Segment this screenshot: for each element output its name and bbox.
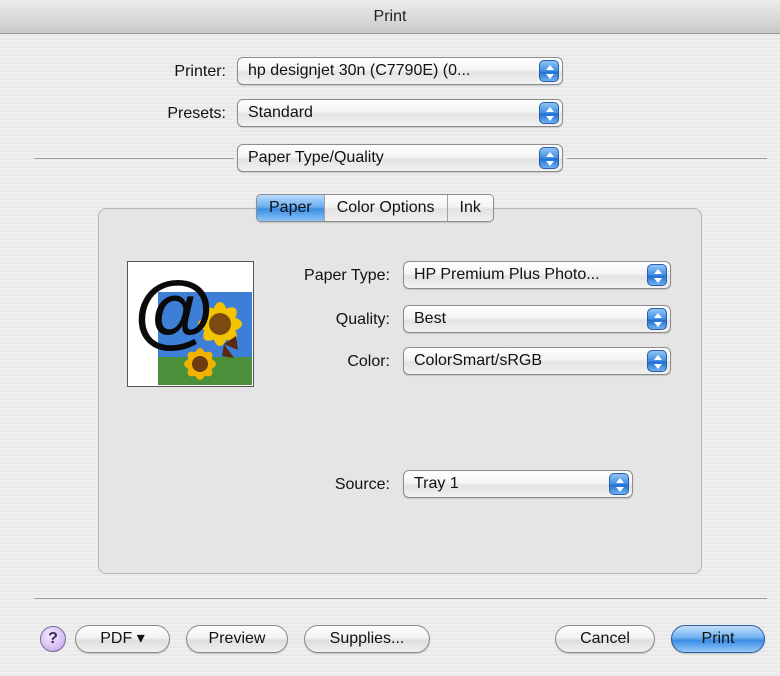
popup-arrows-icon xyxy=(539,102,559,124)
bottom-separator xyxy=(34,598,767,599)
color-popup[interactable]: ColorSmart/sRGB xyxy=(403,347,671,375)
help-button[interactable]: ? xyxy=(40,626,66,652)
paper-type-label: Paper Type: xyxy=(304,267,390,284)
popup-arrows-icon xyxy=(647,350,667,372)
quality-popup[interactable]: Best xyxy=(403,305,671,333)
quality-label: Quality: xyxy=(335,311,390,328)
printer-value: hp designjet 30n (C7790E) (0... xyxy=(248,62,471,79)
popup-arrows-icon xyxy=(539,60,559,82)
presets-popup[interactable]: Standard xyxy=(237,99,563,127)
sunflower-photo-icon: @ xyxy=(134,265,252,385)
printer-label: Printer: xyxy=(174,63,226,80)
separator-line xyxy=(567,158,767,159)
presets-label: Presets: xyxy=(167,105,226,122)
tab-bar: Paper Color Options Ink xyxy=(256,194,494,222)
color-value: ColorSmart/sRGB xyxy=(414,352,543,369)
presets-value: Standard xyxy=(248,104,313,121)
preview-button[interactable]: Preview xyxy=(186,625,288,653)
panel-value: Paper Type/Quality xyxy=(248,149,384,166)
popup-arrows-icon xyxy=(647,308,667,330)
source-popup[interactable]: Tray 1 xyxy=(403,470,633,498)
tab-ink[interactable]: Ink xyxy=(447,195,493,221)
cancel-button[interactable]: Cancel xyxy=(555,625,655,653)
pdf-button[interactable]: PDF ▾ xyxy=(75,625,170,653)
popup-arrows-icon xyxy=(647,264,667,286)
separator-line xyxy=(34,158,234,159)
paper-preview-image: @ xyxy=(127,261,254,387)
paper-type-value: HP Premium Plus Photo... xyxy=(414,266,600,283)
quality-value: Best xyxy=(414,310,447,327)
source-value: Tray 1 xyxy=(414,475,459,492)
color-label: Color: xyxy=(347,353,390,370)
tab-paper[interactable]: Paper xyxy=(257,195,325,221)
print-dialog: Print Printer: hp designjet 30n (C7790E)… xyxy=(0,0,780,676)
supplies-button[interactable]: Supplies... xyxy=(304,625,430,653)
source-label: Source: xyxy=(334,476,390,493)
popup-arrows-icon xyxy=(609,473,629,495)
window-title: Print xyxy=(0,0,780,34)
paper-type-popup[interactable]: HP Premium Plus Photo... xyxy=(403,261,671,289)
print-button[interactable]: Print xyxy=(671,625,765,653)
popup-arrows-icon xyxy=(539,147,559,169)
printer-popup[interactable]: hp designjet 30n (C7790E) (0... xyxy=(237,57,563,85)
panel-popup[interactable]: Paper Type/Quality xyxy=(237,144,563,172)
tab-color-options[interactable]: Color Options xyxy=(324,195,448,221)
preview-at-glyph: @ xyxy=(134,265,214,356)
